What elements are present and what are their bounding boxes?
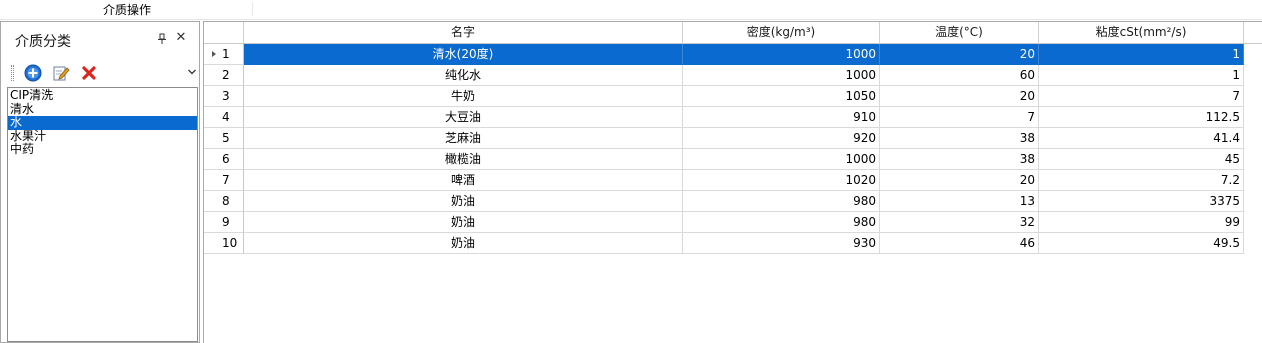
header-temperature[interactable]: 温度(°C) xyxy=(880,22,1039,44)
temperature-cell[interactable]: 32 xyxy=(880,212,1039,233)
viscosity-cell[interactable]: 7 xyxy=(1039,86,1244,107)
density-cell[interactable]: 910 xyxy=(683,107,880,128)
density-cell[interactable]: 980 xyxy=(683,212,880,233)
density-cell[interactable]: 920 xyxy=(683,128,880,149)
name-cell[interactable]: 橄榄油 xyxy=(244,149,683,170)
table-row[interactable]: 4 大豆油 910 7 112.5 xyxy=(204,107,1244,128)
temperature-cell[interactable]: 38 xyxy=(880,149,1039,170)
viscosity-cell[interactable]: 49.5 xyxy=(1039,233,1244,254)
density-cell[interactable]: 1000 xyxy=(683,44,880,65)
density-cell[interactable]: 1000 xyxy=(683,149,880,170)
viscosity-cell[interactable]: 99 xyxy=(1039,212,1244,233)
name-cell[interactable]: 啤酒 xyxy=(244,170,683,191)
table-row[interactable]: 10 奶油 930 46 49.5 xyxy=(204,233,1244,254)
row-number-cell[interactable]: 6 xyxy=(204,149,244,170)
table-row[interactable]: 6 橄榄油 1000 38 45 xyxy=(204,149,1244,170)
close-icon[interactable]: ✕ xyxy=(175,31,187,44)
panel-title: 介质分类 xyxy=(15,34,71,50)
current-row-indicator-icon xyxy=(212,51,216,57)
name-cell[interactable]: 奶油 xyxy=(244,212,683,233)
table-row[interactable]: 2 纯化水 1000 60 1 xyxy=(204,65,1244,86)
table-row[interactable]: 7 啤酒 1020 20 7.2 xyxy=(204,170,1244,191)
add-circle-icon[interactable] xyxy=(23,63,43,83)
delete-x-icon[interactable] xyxy=(79,63,99,83)
temperature-cell[interactable]: 20 xyxy=(880,44,1039,65)
density-cell[interactable]: 930 xyxy=(683,233,880,254)
viscosity-cell[interactable]: 1 xyxy=(1039,65,1244,86)
toolbar-grip[interactable] xyxy=(11,65,14,81)
category-list: CIP清洗 清水 水 水果汁 中药 xyxy=(7,87,198,342)
list-item[interactable]: CIP清洗 xyxy=(8,88,197,103)
viscosity-cell[interactable]: 112.5 xyxy=(1039,107,1244,128)
temperature-cell[interactable]: 20 xyxy=(880,86,1039,107)
table-row[interactable]: 5 芝麻油 920 38 41.4 xyxy=(204,128,1244,149)
row-number-cell[interactable]: 7 xyxy=(204,170,244,191)
temperature-cell[interactable]: 46 xyxy=(880,233,1039,254)
category-toolbar xyxy=(5,62,199,84)
list-item[interactable]: 清水 xyxy=(8,102,197,117)
list-item[interactable]: 中药 xyxy=(8,142,197,157)
row-number-cell[interactable]: 3 xyxy=(204,86,244,107)
menu-separator xyxy=(252,2,253,16)
header-name[interactable]: 名字 xyxy=(244,22,683,44)
table-row[interactable]: 9 奶油 980 32 99 xyxy=(204,212,1244,233)
temperature-cell[interactable]: 60 xyxy=(880,65,1039,86)
temperature-cell[interactable]: 20 xyxy=(880,170,1039,191)
row-number-cell[interactable]: 5 xyxy=(204,128,244,149)
grid-header: 名字 密度(kg/m³) 温度(°C) 粘度cSt(mm²/s) xyxy=(204,22,1262,44)
row-number-cell[interactable]: 2 xyxy=(204,65,244,86)
table-row[interactable]: 8 奶油 980 13 3375 xyxy=(204,191,1244,212)
density-cell[interactable]: 1000 xyxy=(683,65,880,86)
name-cell[interactable]: 清水(20度) xyxy=(244,44,683,65)
header-filler xyxy=(1244,22,1262,44)
row-number-cell[interactable]: 9 xyxy=(204,212,244,233)
name-cell[interactable]: 牛奶 xyxy=(244,86,683,107)
row-number-cell[interactable]: 4 xyxy=(204,107,244,128)
row-number-cell[interactable]: 10 xyxy=(204,233,244,254)
viscosity-cell[interactable]: 41.4 xyxy=(1039,128,1244,149)
header-density[interactable]: 密度(kg/m³) xyxy=(683,22,880,44)
density-cell[interactable]: 980 xyxy=(683,191,880,212)
list-item[interactable]: 水果汁 xyxy=(8,129,197,144)
pin-icon[interactable] xyxy=(157,33,167,45)
name-cell[interactable]: 纯化水 xyxy=(244,65,683,86)
table-row[interactable]: 3 牛奶 1050 20 7 xyxy=(204,86,1244,107)
row-number-cell[interactable]: 1 xyxy=(204,44,244,65)
table-row[interactable]: 1 清水(20度) 1000 20 1 xyxy=(204,44,1244,65)
name-cell[interactable]: 大豆油 xyxy=(244,107,683,128)
name-cell[interactable]: 芝麻油 xyxy=(244,128,683,149)
viscosity-cell[interactable]: 3375 xyxy=(1039,191,1244,212)
name-cell[interactable]: 奶油 xyxy=(244,233,683,254)
media-data-grid: 名字 密度(kg/m³) 温度(°C) 粘度cSt(mm²/s) 1 清水(20… xyxy=(203,21,1262,343)
temperature-cell[interactable]: 7 xyxy=(880,107,1039,128)
density-cell[interactable]: 1020 xyxy=(683,170,880,191)
menu-item-media-operations[interactable]: 介质操作 xyxy=(82,2,172,18)
temperature-cell[interactable]: 13 xyxy=(880,191,1039,212)
density-cell[interactable]: 1050 xyxy=(683,86,880,107)
viscosity-cell[interactable]: 1 xyxy=(1039,44,1244,65)
name-cell[interactable]: 奶油 xyxy=(244,191,683,212)
media-category-panel: 介质分类 ✕ CIP清洗 清水 水 水果汁 中药 xyxy=(0,21,200,343)
viscosity-cell[interactable]: 45 xyxy=(1039,149,1244,170)
list-item[interactable]: 水 xyxy=(8,115,197,130)
temperature-cell[interactable]: 38 xyxy=(880,128,1039,149)
grid-rows: 1 清水(20度) 1000 20 1 2 纯化水 1000 60 1 3 牛奶… xyxy=(204,44,1244,254)
chevron-down-icon[interactable] xyxy=(187,66,197,78)
header-row-number[interactable] xyxy=(204,22,244,44)
row-number-cell[interactable]: 8 xyxy=(204,191,244,212)
menubar: 介质操作 xyxy=(0,0,1262,20)
viscosity-cell[interactable]: 7.2 xyxy=(1039,170,1244,191)
edit-pencil-icon[interactable] xyxy=(51,63,71,83)
header-viscosity[interactable]: 粘度cSt(mm²/s) xyxy=(1039,22,1244,44)
